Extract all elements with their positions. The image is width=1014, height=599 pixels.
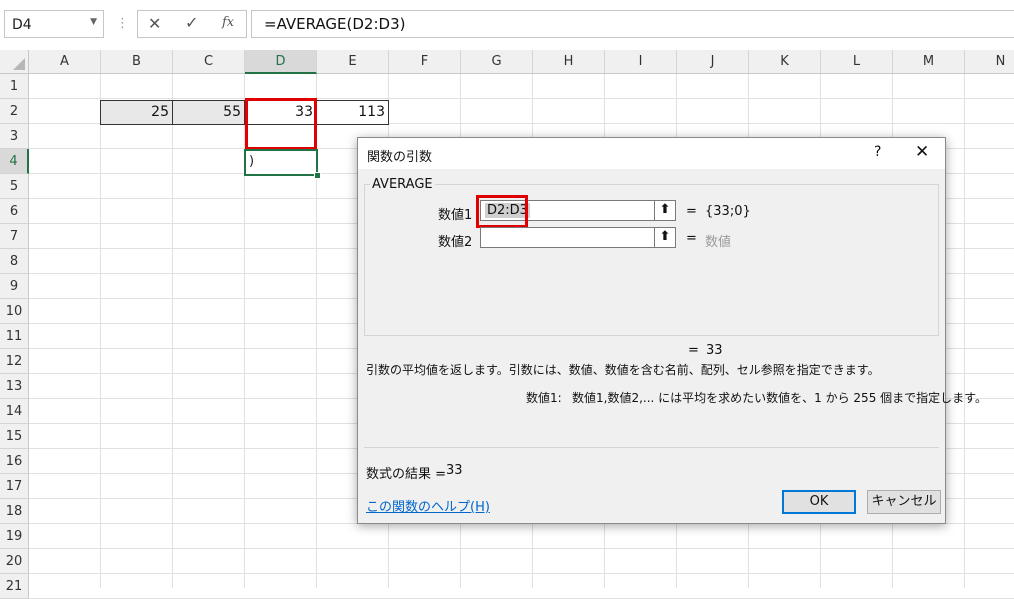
- grid-hline: [29, 548, 1014, 549]
- arg-description-label: 数値1:: [526, 391, 562, 405]
- help-icon[interactable]: ?: [874, 144, 881, 160]
- grid-hline: [29, 573, 1014, 574]
- dialog-title: 関数の引数: [367, 150, 433, 165]
- arg2-collapse-icon[interactable]: ⬆: [654, 227, 676, 248]
- row-header-9[interactable]: 9: [0, 274, 29, 299]
- row-header-3[interactable]: 3: [0, 124, 29, 149]
- arg1-collapse-icon[interactable]: ⬆: [654, 200, 676, 221]
- row-header-15[interactable]: 15: [0, 424, 29, 449]
- cell-C2[interactable]: 55: [172, 100, 245, 125]
- row-header-21[interactable]: 21: [0, 574, 29, 599]
- grid-vline: [172, 74, 173, 588]
- arg2-input[interactable]: [480, 227, 675, 248]
- cancel-button[interactable]: キャンセル: [867, 490, 941, 514]
- row-header-8[interactable]: 8: [0, 249, 29, 274]
- cell-E2[interactable]: 113: [316, 100, 389, 125]
- formula-buttons: ✕ ✓ fx: [137, 10, 247, 38]
- dialog-divider: [364, 447, 939, 448]
- name-box[interactable]: D4 ▼: [4, 10, 104, 38]
- column-header-I[interactable]: I: [605, 50, 677, 74]
- row-header-6[interactable]: 6: [0, 199, 29, 224]
- more-options-icon[interactable]: ⋮: [116, 14, 129, 34]
- enter-formula-icon[interactable]: ✓: [185, 13, 198, 32]
- row-header-17[interactable]: 17: [0, 474, 29, 499]
- row-header-4[interactable]: 4: [0, 149, 29, 174]
- column-header-N[interactable]: N: [965, 50, 1014, 74]
- active-cell-text: ): [249, 154, 255, 169]
- row-header-1[interactable]: 1: [0, 74, 29, 99]
- select-all-button[interactable]: [0, 50, 29, 74]
- active-cell-D4[interactable]: ): [244, 149, 318, 176]
- formula-result-value: 33: [446, 463, 463, 478]
- function-description: 引数の平均値を返します。引数には、数値、数値を含む名前、配列、セル参照を指定でき…: [366, 363, 880, 377]
- result-value: 33: [706, 343, 723, 358]
- row-header-16[interactable]: 16: [0, 449, 29, 474]
- cell-B2[interactable]: 25: [100, 100, 173, 125]
- formula-result-label: 数式の結果 =: [366, 467, 447, 482]
- row-header-10[interactable]: 10: [0, 299, 29, 324]
- close-icon[interactable]: ✕: [915, 142, 929, 162]
- arg2-eq: =: [686, 231, 697, 246]
- insert-function-icon[interactable]: fx: [222, 15, 234, 30]
- formula-bar: D4 ▼ ⋮ ✕ ✓ fx =AVERAGE(D2:D3): [0, 0, 1014, 48]
- column-header-E[interactable]: E: [317, 50, 389, 74]
- row-header-7[interactable]: 7: [0, 224, 29, 249]
- grid-vline: [100, 74, 101, 588]
- formula-text: =AVERAGE(D2:D3): [264, 15, 406, 33]
- ok-button[interactable]: OK: [782, 490, 856, 514]
- row-header-11[interactable]: 11: [0, 324, 29, 349]
- chevron-down-icon[interactable]: ▼: [90, 17, 97, 27]
- column-header-B[interactable]: B: [101, 50, 173, 74]
- row-header-14[interactable]: 14: [0, 399, 29, 424]
- column-header-G[interactable]: G: [461, 50, 533, 74]
- column-header-J[interactable]: J: [677, 50, 749, 74]
- fill-handle[interactable]: [314, 172, 321, 179]
- arg1-eq: =: [686, 204, 697, 219]
- grid-vline: [964, 74, 965, 588]
- result-eq: =: [688, 343, 699, 358]
- row-header-20[interactable]: 20: [0, 549, 29, 574]
- arg1-result: {33;0}: [705, 204, 751, 219]
- column-header-F[interactable]: F: [389, 50, 461, 74]
- column-header-A[interactable]: A: [29, 50, 101, 74]
- column-header-K[interactable]: K: [749, 50, 821, 74]
- arg-description-text: 数値1,数値2,... には平均を求めたい数値を、1 から 255 個まで指定し…: [572, 391, 987, 405]
- function-name: AVERAGE: [370, 177, 435, 192]
- name-box-value: D4: [12, 17, 32, 33]
- formula-input[interactable]: =AVERAGE(D2:D3): [251, 10, 1014, 38]
- row-header-13[interactable]: 13: [0, 374, 29, 399]
- grid-hline: [29, 98, 1014, 99]
- arg2-result: 数値: [705, 235, 732, 250]
- function-arguments-dialog: 関数の引数 ? ✕ AVERAGE 数値1 D2:D3 ⬆ = {33;0} 数…: [357, 137, 987, 524]
- dialog-titlebar[interactable]: 関数の引数 ? ✕: [358, 138, 945, 169]
- row-header-12[interactable]: 12: [0, 349, 29, 374]
- column-header-L[interactable]: L: [821, 50, 893, 74]
- arg2-label: 数値2: [438, 235, 473, 250]
- column-header-H[interactable]: H: [533, 50, 605, 74]
- row-header-18[interactable]: 18: [0, 499, 29, 524]
- row-header-19[interactable]: 19: [0, 524, 29, 549]
- column-header-D[interactable]: D: [245, 50, 317, 74]
- row-header-2[interactable]: 2: [0, 99, 29, 124]
- column-header-C[interactable]: C: [173, 50, 245, 74]
- highlight-arg-box: [476, 195, 528, 228]
- highlight-range-box: [245, 98, 317, 150]
- function-help-link[interactable]: この関数のヘルプ(H): [366, 496, 490, 515]
- column-header-M[interactable]: M: [893, 50, 965, 74]
- row-header-5[interactable]: 5: [0, 174, 29, 199]
- cancel-formula-icon[interactable]: ✕: [148, 14, 161, 33]
- arg1-label: 数値1: [438, 208, 473, 223]
